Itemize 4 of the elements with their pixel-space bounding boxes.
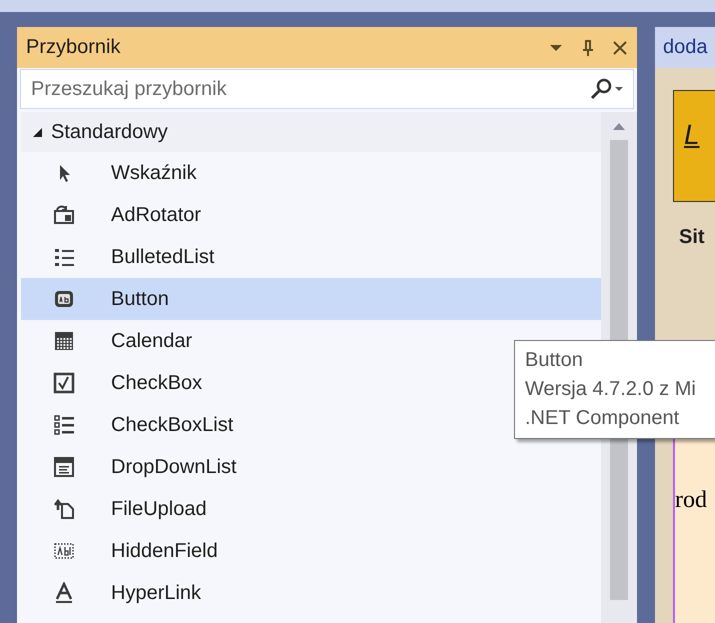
panel-title: Przybornik: [26, 36, 122, 59]
group-label: Standardowy: [51, 120, 168, 144]
site-label: Sit: [678, 226, 706, 249]
tooltip-line: Button: [525, 348, 584, 373]
